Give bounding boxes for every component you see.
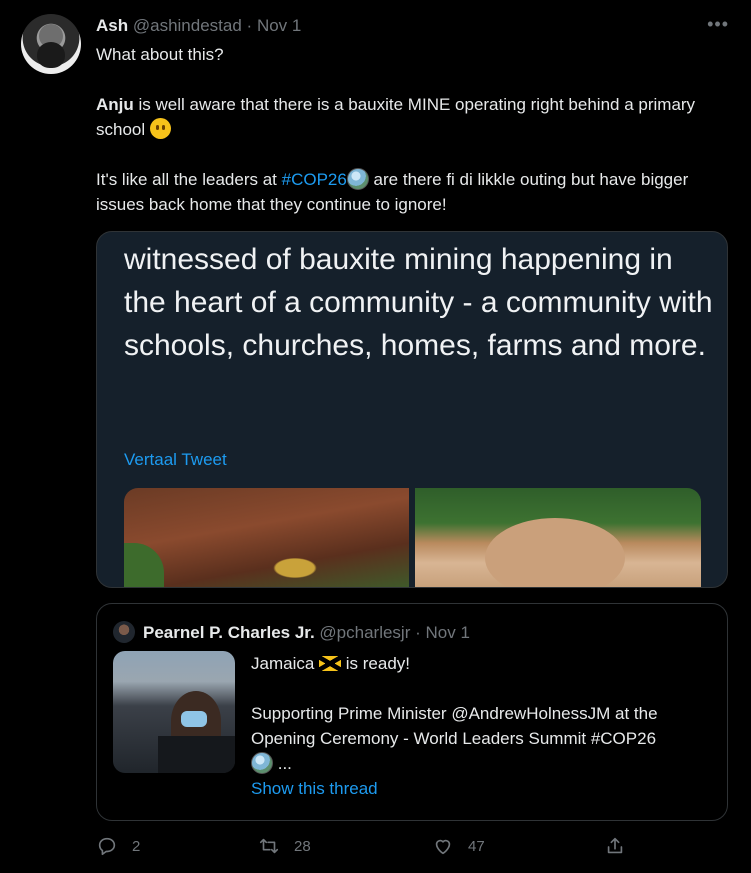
quoted-line-2: Supporting Prime Minister @AndrewHolness… [251, 701, 711, 776]
quoted-author-name[interactable]: Pearnel P. Charles Jr. [143, 623, 315, 642]
quoted-tweet-body: Jamaica is ready! Supporting Prime Minis… [251, 651, 711, 801]
tweet-paragraph-2: Anju is well aware that there is a bauxi… [96, 92, 726, 142]
tweet-header: Ash @ashindestad · Nov 1 [96, 16, 301, 36]
share-icon [607, 837, 623, 854]
like-button[interactable]: 47 [432, 835, 485, 857]
share-button[interactable] [604, 835, 640, 857]
quoted-hashtag-cop26: #COP26 [590, 729, 657, 748]
translate-tweet-link[interactable]: Vertaal Tweet [124, 450, 227, 470]
author-handle[interactable]: @ashindestad [133, 16, 242, 35]
hashtag-cop26[interactable]: #COP26 [282, 170, 347, 189]
quoted-tweet-card-2[interactable]: Pearnel P. Charles Jr. @pcharlesjr · Nov… [96, 603, 728, 821]
mining-photo-2[interactable] [415, 488, 701, 587]
mention-andrewholness: @AndrewHolnessJM [451, 704, 611, 723]
reply-button[interactable]: 2 [96, 835, 140, 857]
retweet-count: 28 [294, 837, 311, 855]
tweet-line-1: What about this? [96, 45, 224, 64]
quoted-author-avatar[interactable] [113, 621, 135, 643]
photo-suit [158, 736, 235, 773]
author-name[interactable]: Ash [96, 16, 128, 35]
more-options-icon[interactable]: ••• [707, 14, 729, 35]
mention-anju: Anju [96, 95, 134, 114]
photo-mask [181, 711, 207, 727]
reply-count: 2 [132, 837, 141, 855]
quoted-line-1-text: Jamaica [251, 654, 315, 673]
quoted-line-1-end: is ready! [341, 654, 411, 673]
paragraph-2-text: is well aware that there is a bauxite MI… [96, 95, 696, 139]
tweet-body: What about this? Anju is well aware that… [96, 42, 726, 242]
tweet-actions: 2 28 47 [96, 835, 636, 865]
avatar-beard [37, 42, 65, 68]
face-without-mouth-emoji-icon [149, 118, 171, 139]
author-avatar[interactable] [21, 14, 81, 74]
tweet-date[interactable]: Nov 1 [257, 16, 301, 35]
quoted-author-handle[interactable]: @pcharlesjr [319, 623, 410, 642]
quoted-tweet-header: Pearnel P. Charles Jr. @pcharlesjr · Nov… [143, 623, 470, 643]
quoted-ellipsis: ... [273, 754, 292, 773]
jamaica-flag-icon [319, 656, 342, 671]
quoted-tweet-date[interactable]: Nov 1 [426, 623, 470, 642]
reply-icon [98, 837, 116, 856]
tweet-paragraph-3: It's like all the leaders at #COP26 are … [96, 167, 726, 217]
mining-photo-1[interactable] [124, 488, 409, 587]
summit-photo[interactable] [113, 651, 235, 773]
retweet-icon [259, 838, 279, 854]
like-count: 47 [468, 837, 485, 855]
quoted-separator: · [415, 623, 421, 642]
quoted-tweet-card[interactable]: witnessed of bauxite mining happening in… [96, 231, 728, 588]
quoted-line-1: Jamaica is ready! [251, 651, 711, 676]
retweet-button[interactable]: 28 [258, 835, 311, 857]
quoted-tweet-text: witnessed of bauxite mining happening in… [124, 243, 713, 362]
cop26-emoji-icon [346, 168, 369, 190]
show-thread-link[interactable]: Show this thread [251, 776, 711, 801]
cop26-emoji-icon-2 [251, 752, 273, 774]
quoted-line-2-prefix: Supporting Prime Minister [251, 704, 452, 723]
header-separator: · [246, 16, 253, 35]
heart-icon [435, 839, 451, 855]
paragraph-3-start: It's like all the leaders at [96, 170, 282, 189]
